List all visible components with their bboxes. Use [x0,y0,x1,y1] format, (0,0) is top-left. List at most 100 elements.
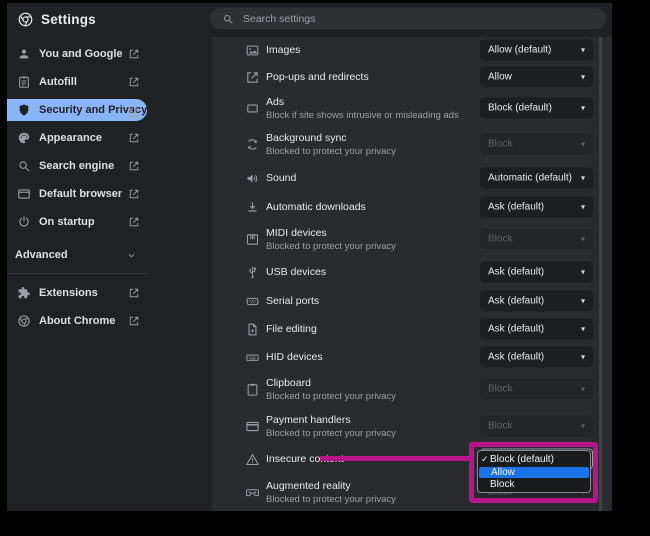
sidebar-item-extensions[interactable]: Extensions [7,279,212,307]
option-label: Block [490,479,514,490]
external-link-icon [128,287,140,299]
external-link-icon [128,107,140,119]
dropdown-caret-icon: ▾ [581,235,585,244]
file-edit-icon [245,322,260,337]
row-label: HID devices [266,351,323,363]
dropdown-option-allow[interactable]: Allow [479,467,589,478]
row-label: Augmented reality [266,480,396,492]
select-value: Block [488,384,512,395]
check-icon: ✓ [481,454,490,465]
dropdown-option-block[interactable]: Block [478,478,590,491]
dropdown-caret-icon: ▾ [581,203,585,212]
serial-port-icon [245,294,260,309]
row-pop-ups-and-redirects: Pop-ups and redirects Allow ▾ [212,63,612,91]
row-label: Pop-ups and redirects [266,71,369,83]
dropdown-caret-icon: ▾ [581,353,585,362]
permission-select[interactable]: Ask (default) ▾ [480,347,593,368]
sidebar-item-on-startup[interactable]: On startup [7,208,212,236]
sidebar-item-label: You and Google [39,48,123,60]
row-usb-devices: USB devices Ask (default) ▾ [212,257,612,287]
sidebar-item-appearance[interactable]: Appearance [7,124,212,152]
images-icon [245,43,260,58]
dropdown-caret-icon: ▾ [581,174,585,183]
row-payment-handlers: Payment handlers Blocked to protect your… [212,407,612,445]
advanced-label: Advanced [15,249,68,261]
row-label: Clipboard [266,377,396,389]
select-value: Ask (default) [488,202,544,213]
row-subtitle: Blocked to protect your privacy [266,241,396,252]
sidebar-footer-menu: Extensions About Chrome [7,279,212,335]
row-label: Automatic downloads [266,201,366,213]
security-shield-icon [17,103,31,117]
sidebar-item-about-chrome[interactable]: About Chrome [7,307,212,335]
content-scrollbar[interactable] [599,37,602,511]
row-label: File editing [266,323,317,335]
external-link-icon [128,48,140,60]
option-label: Allow [491,467,515,478]
row-subtitle: Block if site shows intrusive or mislead… [266,110,459,121]
default-browser-icon [17,187,31,201]
external-link-icon [128,132,140,144]
sidebar-item-autofill[interactable]: Autofill [7,68,212,96]
sidebar-item-default-browser[interactable]: Default browser [7,180,212,208]
row-label: Payment handlers [266,414,396,426]
row-hid-devices: HID devices Ask (default) ▾ [212,343,612,371]
select-value: Automatic (default) [488,173,572,184]
row-sound: Sound Automatic (default) ▾ [212,163,612,193]
permission-select[interactable]: Allow (default) ▾ [480,40,593,61]
external-link-icon [128,315,140,327]
permission-select[interactable]: Ask (default) ▾ [480,197,593,218]
select-value: Block [488,234,512,245]
sidebar-advanced-toggle[interactable]: Advanced [7,241,212,269]
row-subtitle: Blocked to protect your privacy [266,428,396,439]
sidebar-item-label: Extensions [39,287,98,299]
external-link-icon [128,216,140,228]
permission-select: Block ▾ [480,379,593,400]
chrome-logo-icon [17,314,31,328]
sidebar-item-security-and-privacy[interactable]: Security and Privacy [7,99,147,121]
row-label: Serial ports [266,295,319,307]
sidebar-item-search-engine[interactable]: Search engine [7,152,212,180]
sidebar-item-label: On startup [39,216,95,228]
permission-select[interactable]: Ask (default) ▾ [480,291,593,312]
screenshot-stage: { "window": { "title": "Settings" }, "se… [0,0,650,536]
row-file-editing: File editing Ask (default) ▾ [212,315,612,343]
dropdown-caret-icon: ▾ [581,422,585,431]
select-value: Ask (default) [488,324,544,335]
permission-select[interactable]: Ask (default) ▾ [480,319,593,340]
page-title: Settings [41,3,96,37]
search-engine-icon [17,159,31,173]
external-link-icon [128,76,140,88]
row-subtitle: Blocked to protect your privacy [266,146,396,157]
insecure-content-dropdown-menu: ✓ Block (default) Allow Block [477,450,591,493]
sound-icon [245,171,260,186]
dropdown-option-block-default[interactable]: ✓ Block (default) [478,452,590,467]
select-value: Ask (default) [488,352,544,363]
dropdown-caret-icon: ▾ [581,73,585,82]
settings-window: Settings Search settings You and Google … [7,3,612,511]
select-value: Block [488,421,512,432]
background-sync-icon [245,137,260,152]
ads-icon [245,101,260,116]
download-icon [245,200,260,215]
sidebar-item-label: About Chrome [39,315,115,327]
sidebar-divider [7,273,147,274]
person-icon [17,47,31,61]
permission-select[interactable]: Block (default) ▾ [480,98,593,119]
row-automatic-downloads: Automatic downloads Ask (default) ▾ [212,193,612,221]
row-label: Background sync [266,132,396,144]
search-input[interactable]: Search settings [210,8,606,29]
permission-select[interactable]: Ask (default) ▾ [480,262,593,283]
permission-select[interactable]: Automatic (default) ▾ [480,168,593,189]
row-label: MIDI devices [266,227,396,239]
permission-select[interactable]: Allow ▾ [480,67,593,88]
row-clipboard: Clipboard Blocked to protect your privac… [212,371,612,407]
sidebar-item-you-and-google[interactable]: You and Google [7,40,212,68]
select-value: Ask (default) [488,296,544,307]
dropdown-caret-icon: ▾ [581,297,585,306]
dropdown-caret-icon: ▾ [581,140,585,149]
row-label: USB devices [266,266,326,278]
puzzle-icon [17,286,31,300]
row-ads: Ads Block if site shows intrusive or mis… [212,91,612,125]
warning-icon [245,452,260,467]
